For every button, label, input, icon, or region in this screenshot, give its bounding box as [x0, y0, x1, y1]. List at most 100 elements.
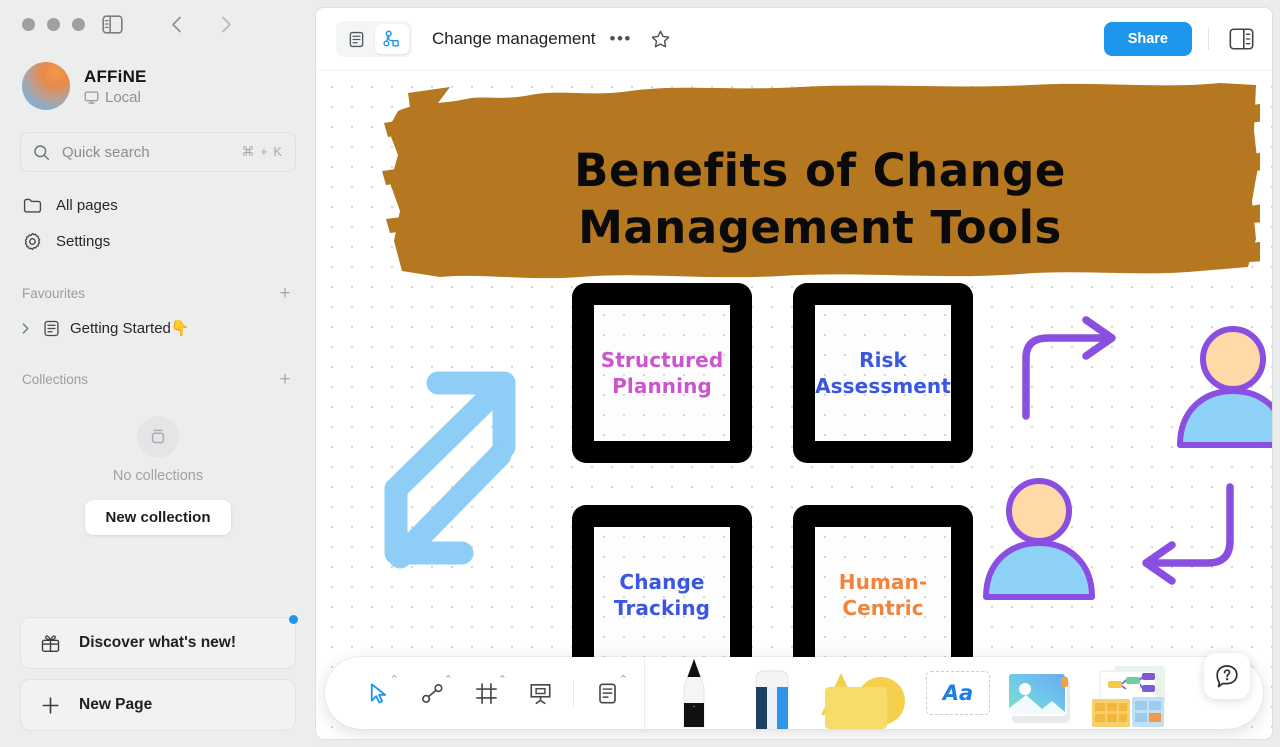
toolbar-divider	[573, 680, 574, 706]
shapes-icon	[821, 673, 905, 729]
sidebar-item-label: Settings	[56, 232, 111, 250]
benefit-card-line-2: Centric	[842, 596, 924, 620]
sync-status-label: Local	[105, 88, 141, 106]
connector-tool-button[interactable]: ⌃	[405, 666, 459, 720]
benefit-card-line-2: Planning	[612, 374, 712, 398]
right-sidebar-icon	[1229, 28, 1254, 50]
benefit-card-line-1: Human-	[838, 569, 928, 594]
note-icon	[598, 682, 616, 704]
workspace-avatar	[22, 62, 70, 110]
help-icon	[1216, 665, 1238, 688]
benefit-card: Structured Planning	[572, 283, 752, 463]
sidebar-toggle-icon[interactable]	[97, 9, 127, 39]
folder-icon	[22, 195, 42, 215]
back-icon[interactable]	[165, 13, 187, 35]
gift-icon	[39, 633, 61, 654]
sidebar: AFFiNE Local Quick search ⌘ + K All page…	[0, 0, 316, 747]
benefit-card-inner: Structured Planning	[594, 305, 730, 441]
plus-icon	[39, 695, 61, 716]
workspace-name: AFFiNE	[84, 66, 147, 86]
add-favourite-button[interactable]: +	[276, 284, 294, 303]
pen-tool-button[interactable]	[655, 657, 733, 729]
collection-icon	[137, 416, 179, 458]
eraser-icon	[755, 670, 789, 729]
benefit-card-inner: Change Tracking	[594, 527, 730, 663]
image-icon	[1007, 672, 1070, 723]
page-mode-button[interactable]	[339, 24, 373, 54]
add-collection-button[interactable]: +	[276, 370, 294, 389]
search-shortcut: ⌘ + K	[241, 144, 283, 159]
document-header: Change management ••• Share	[316, 8, 1272, 71]
search-input[interactable]: Quick search ⌘ + K	[20, 132, 296, 172]
chevron-up-icon[interactable]: ⌃	[619, 675, 628, 686]
new-page-label: New Page	[79, 696, 153, 713]
benefit-card-inner: Human- Centric	[815, 527, 951, 663]
workspace-meta: AFFiNE Local	[84, 67, 147, 106]
image-tool-button[interactable]	[997, 657, 1083, 729]
note-tool-button[interactable]: ⌃	[580, 666, 634, 720]
benefit-card-line-1: Risk	[859, 347, 907, 372]
forward-icon[interactable]	[215, 13, 237, 35]
window-title-bar	[0, 0, 316, 48]
right-sidebar-toggle[interactable]	[1225, 24, 1258, 54]
page-mode-icon	[349, 31, 363, 47]
sidebar-item-settings[interactable]: Settings	[12, 224, 304, 258]
chevron-up-icon[interactable]: ⌃	[498, 675, 507, 686]
eraser-tool-button[interactable]	[733, 657, 811, 729]
text-tool-label: Aa	[926, 671, 990, 715]
edgeless-canvas[interactable]: Benefits of Change Management Tools Stru…	[316, 71, 1272, 739]
benefit-card-line-1: Change	[619, 569, 705, 594]
minimize-button[interactable]	[47, 17, 60, 31]
select-tool-button[interactable]: ⌃	[351, 666, 405, 720]
collections-title: Collections	[22, 371, 89, 387]
status-badge	[289, 615, 298, 624]
frame-tool-button[interactable]: ⌃	[459, 666, 513, 720]
benefit-card-label: Human- Centric	[839, 569, 927, 622]
header-right-actions: Share	[1103, 22, 1258, 56]
double-arrow-diagonal-icon	[384, 371, 516, 569]
sidebar-item-label: All pages	[56, 196, 118, 214]
benefit-card-label: Structured Planning	[601, 347, 723, 400]
new-page-button[interactable]: New Page	[20, 679, 296, 731]
discover-label: Discover what's new!	[79, 634, 237, 651]
cursor-icon	[370, 682, 386, 703]
favourites-section-header: Favourites +	[0, 280, 316, 306]
workspace-sync-status: Local	[84, 89, 147, 106]
benefit-card: Risk Assessment	[793, 283, 973, 463]
star-icon	[651, 30, 670, 47]
desktop-icon	[84, 90, 99, 104]
present-tool-button[interactable]	[513, 666, 567, 720]
edgeless-mode-icon	[383, 30, 399, 47]
share-button[interactable]: Share	[1103, 22, 1192, 56]
discover-whats-new-button[interactable]: Discover what's new!	[20, 615, 298, 669]
favourite-item-getting-started[interactable]: Getting Started👇	[12, 312, 304, 344]
collections-section-header: Collections +	[0, 366, 316, 392]
more-options-button[interactable]: •••	[610, 29, 632, 49]
toolbar-primary-tools: ⌃ ⌃ ⌃ ⌃	[329, 666, 634, 720]
chevron-up-icon[interactable]: ⌃	[444, 675, 453, 686]
person-figure-bottom-icon	[983, 478, 1095, 600]
page-title[interactable]: Change management	[432, 29, 596, 49]
benefit-card-inner: Risk Assessment	[815, 305, 951, 441]
new-collection-button[interactable]: New collection	[85, 500, 231, 535]
template-tool-button[interactable]	[1083, 657, 1179, 729]
shape-tool-button[interactable]	[811, 657, 919, 729]
favorite-star-button[interactable]	[650, 29, 671, 50]
chevron-right-icon[interactable]	[18, 322, 32, 334]
sidebar-bottom-actions: Discover what's new! New Page	[0, 615, 316, 747]
sidebar-item-all-pages[interactable]: All pages	[12, 188, 304, 222]
chevron-up-icon[interactable]: ⌃	[390, 675, 399, 686]
toolbar-section-divider	[644, 657, 645, 729]
edgeless-toolbar: ⌃ ⌃ ⌃ ⌃ Aa	[325, 657, 1263, 729]
help-button[interactable]	[1204, 653, 1250, 699]
doc-icon	[42, 319, 60, 337]
edgeless-mode-button[interactable]	[375, 24, 409, 54]
traffic-lights	[22, 17, 85, 31]
benefit-card-label: Risk Assessment	[815, 347, 951, 400]
text-tool-button[interactable]: Aa	[919, 657, 997, 729]
toolbar-media-tools: Aa	[655, 657, 1259, 729]
workspace-selector[interactable]: AFFiNE Local	[0, 56, 316, 110]
gear-icon	[22, 231, 42, 251]
maximize-button[interactable]	[72, 17, 85, 31]
close-button[interactable]	[22, 17, 35, 31]
